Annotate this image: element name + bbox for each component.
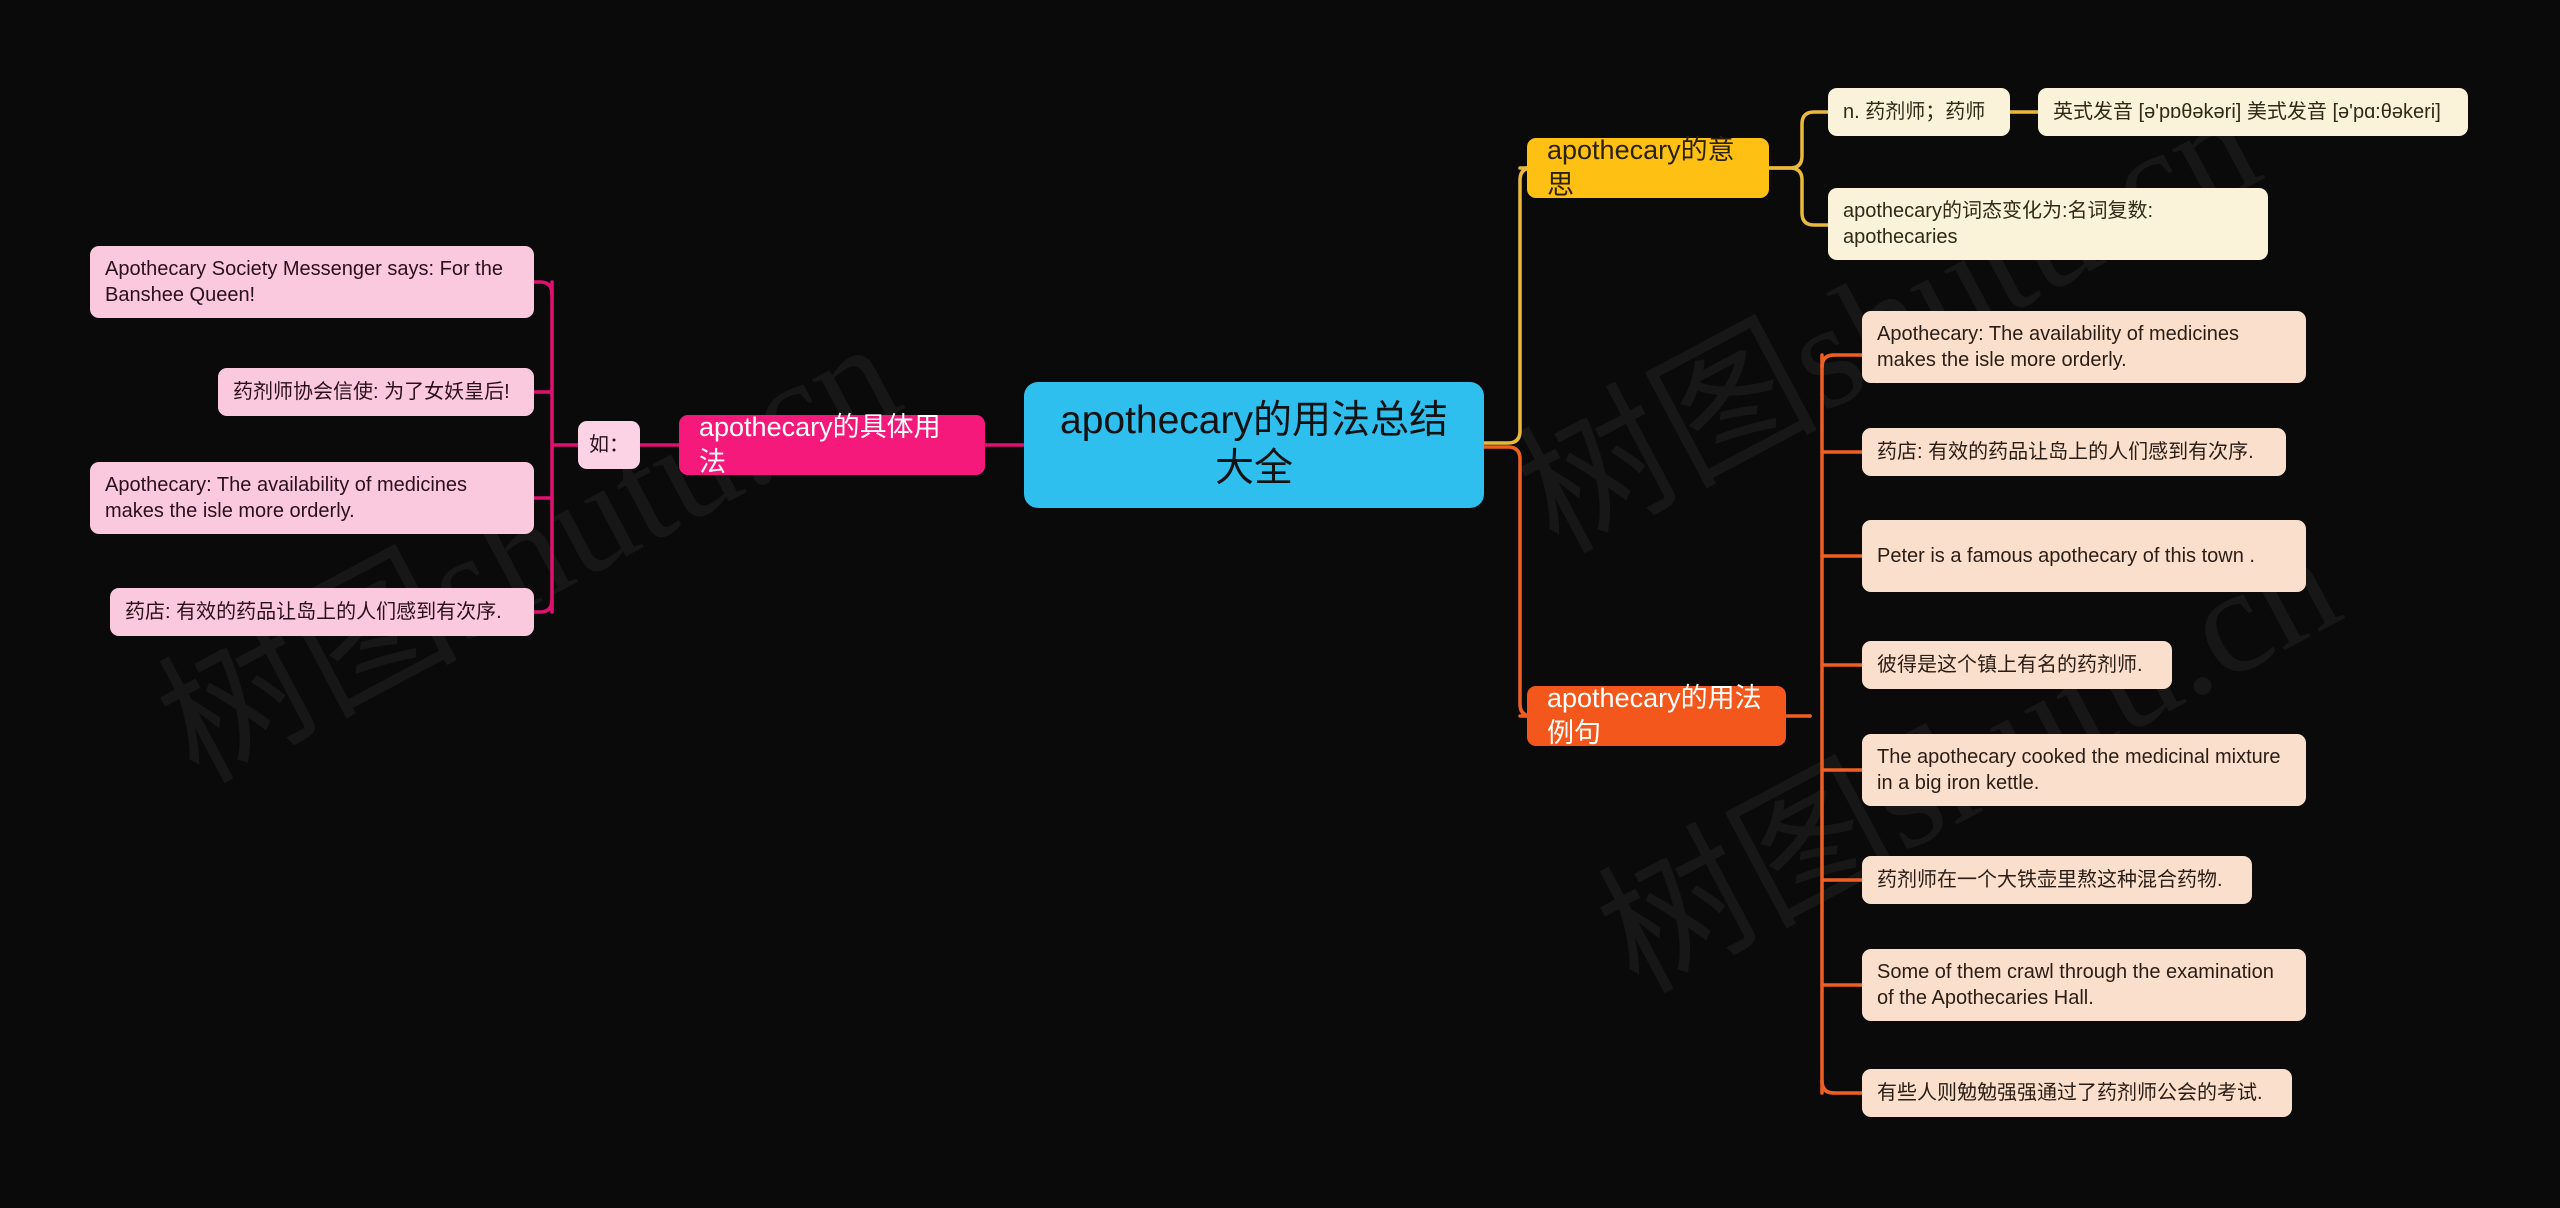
branch-node-examples-label: apothecary的用法例句 [1547,682,1762,748]
leaf-node-example-5[interactable]: The apothecary cooked the medicinal mixt… [1862,734,2306,806]
leaf-node-example-8[interactable]: 有些人则勉勉强强通过了药剂师公会的考试. [1862,1069,2292,1117]
leaf-node-usage-1-label: Apothecary Society Messenger says: For t… [105,258,509,306]
leaf-node-example-7-label: Some of them crawl through the examinati… [1877,961,2280,1009]
leaf-node-definition[interactable]: n. 药剂师；药师 [1828,88,2010,136]
leaf-node-example-1-label: Apothecary: The availability of medicine… [1877,323,2245,371]
leaf-node-usage-2-label: 药剂师协会信使: 为了女妖皇后! [233,381,510,403]
leaf-node-usage-1[interactable]: Apothecary Society Messenger says: For t… [90,246,534,318]
leaf-node-example-8-label: 有些人则勉勉强强通过了药剂师公会的考试. [1877,1082,2263,1104]
leaf-node-example-2-label: 药店: 有效的药品让岛上的人们感到有次序. [1877,441,2254,463]
group-node-example-marker[interactable]: 如： [578,421,640,469]
leaf-node-inflection[interactable]: apothecary的词态变化为:名词复数: apothecaries [1828,188,2268,260]
leaf-node-usage-3-label: Apothecary: The availability of medicine… [105,474,473,522]
watermark: 树图shutu.cn [134,289,923,814]
leaf-node-example-6-label: 药剂师在一个大铁壶里熬这种混合药物. [1877,869,2223,891]
leaf-node-example-1[interactable]: Apothecary: The availability of medicine… [1862,311,2306,383]
branch-node-examples[interactable]: apothecary的用法例句 [1527,683,1786,748]
leaf-node-example-3[interactable]: Peter is a famous apothecary of this tow… [1862,520,2306,592]
leaf-node-usage-4-label: 药店: 有效的药品让岛上的人们感到有次序. [125,601,502,623]
leaf-node-inflection-label: apothecary的词态变化为:名词复数: apothecaries [1843,200,2159,248]
branch-node-usage[interactable]: apothecary的具体用法 [679,412,985,477]
leaf-node-pronunciation[interactable]: 英式发音 [ə'pɒθəkəri] 美式发音 [ə'pɑ:θəkeri] [2038,88,2468,136]
leaf-node-example-5-label: The apothecary cooked the medicinal mixt… [1877,746,2287,794]
leaf-node-definition-label: n. 药剂师；药师 [1843,101,1986,123]
branch-node-usage-label: apothecary的具体用法 [699,411,941,477]
leaf-node-usage-2[interactable]: 药剂师协会信使: 为了女妖皇后! [218,368,534,416]
leaf-node-example-3-label: Peter is a famous apothecary of this tow… [1877,545,2255,567]
branch-node-meaning[interactable]: apothecary的意思 [1527,135,1769,200]
group-node-example-marker-label: 如： [589,434,629,456]
leaf-node-pronunciation-label: 英式发音 [ə'pɒθəkəri] 美式发音 [ə'pɑ:θəkeri] [2053,101,2441,123]
root-node-label: apothecary的用法总结大全 [1060,399,1448,490]
mindmap-canvas: 树图shutu.cn 树图shutu.cn 树图shutu.cn [0,0,2560,1208]
leaf-node-example-6[interactable]: 药剂师在一个大铁壶里熬这种混合药物. [1862,856,2252,904]
leaf-node-usage-3[interactable]: Apothecary: The availability of medicine… [90,462,534,534]
root-node[interactable]: apothecary的用法总结大全 [1024,382,1484,508]
leaf-node-usage-4[interactable]: 药店: 有效的药品让岛上的人们感到有次序. [110,588,534,636]
leaf-node-example-4-label: 彼得是这个镇上有名的药剂师. [1877,654,2143,676]
leaf-node-example-2[interactable]: 药店: 有效的药品让岛上的人们感到有次序. [1862,428,2286,476]
branch-node-meaning-label: apothecary的意思 [1547,134,1735,200]
leaf-node-example-7[interactable]: Some of them crawl through the examinati… [1862,949,2306,1021]
leaf-node-example-4[interactable]: 彼得是这个镇上有名的药剂师. [1862,641,2172,689]
